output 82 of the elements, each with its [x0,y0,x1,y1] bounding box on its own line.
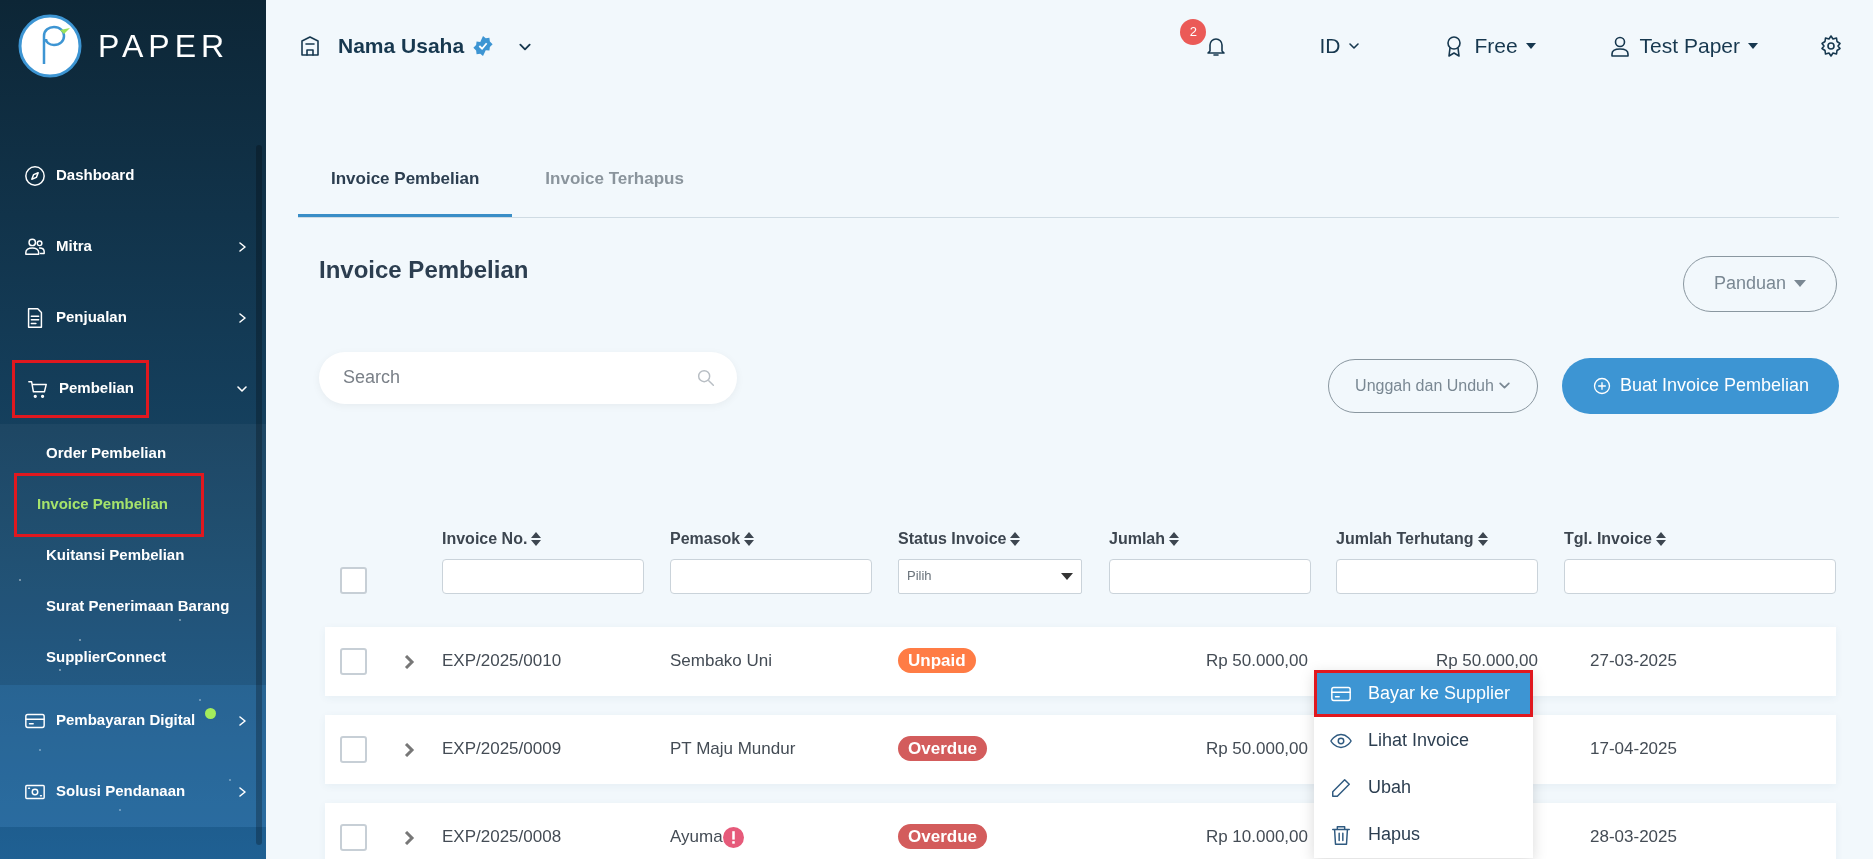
logo-icon [18,14,82,78]
plus-circle-icon [1591,375,1612,396]
pencil-icon [1330,776,1352,799]
table-cell-text: Sembako Uni [670,650,773,673]
caret-icon [1748,43,1758,49]
sidebar-item[interactable]: Penjualan [0,282,266,353]
status-badge: Overdue [898,736,987,762]
submenu-item[interactable]: SupplierConnect [46,646,166,669]
chevron-down-icon [1348,40,1361,52]
search-field[interactable]: Search [319,351,737,404]
chevron-icon [236,240,248,253]
sort-icon [1010,531,1021,546]
row-checkbox[interactable] [340,823,367,851]
column-header[interactable]: Status Invoice [898,526,1007,551]
menu-item[interactable]: Ubah [1314,764,1533,811]
row-checkbox[interactable] [340,647,367,675]
table-cell-text: EXP/2025/0010 [442,650,563,673]
table-cell-text: Ayuma [670,826,723,849]
filter-field[interactable] [1564,558,1836,594]
sort-icon [1656,531,1666,546]
plan-dropdown[interactable]: Free [1441,29,1537,63]
tab[interactable]: Invoice Pembelian [298,154,513,217]
filter-field[interactable] [670,558,872,594]
expand-icon[interactable] [403,654,415,669]
column-header[interactable]: Tgl. Invoice [1564,526,1652,551]
column-header[interactable]: Invoice No. [442,526,528,551]
submenu-item[interactable]: Order Pembelian [46,442,167,465]
caret-icon [1061,572,1073,580]
sidebar-item[interactable]: Pembayaran Digital [0,685,266,756]
filter-field[interactable] [1336,558,1538,594]
table-cell: Rp 10.000,00 [1205,827,1308,847]
sidebar-item[interactable]: Pembelian [0,353,266,424]
sort-icon [1169,531,1179,546]
status-filter[interactable]: Pilih [898,558,1082,594]
submenu-item[interactable]: Surat Penerimaan Barang [46,595,230,618]
trash-icon [1330,823,1352,846]
table-cell: Rp 50.000,00 [1435,651,1538,671]
status-badge: Unpaid [898,648,976,674]
filter-field[interactable] [1109,558,1311,594]
row-checkbox[interactable] [340,735,367,763]
menu-item[interactable]: Lihat Invoice [1314,717,1533,764]
column-header[interactable]: Pemasok [670,526,741,551]
select-all-checkbox[interactable] [340,566,367,594]
highlight-frame: Pembelian [12,359,150,418]
expand-icon[interactable] [403,742,415,757]
sidebar-item[interactable]: Solusi Pendanaan [0,756,266,827]
status-badge: Overdue [898,824,987,850]
table-cell: 17-04-2025 [1590,739,1677,759]
chevron-icon [236,714,248,727]
language-dropdown[interactable]: ID [1318,29,1362,63]
chevron-down-icon [1497,379,1511,392]
table-cell: Rp 50.000,00 [1205,739,1308,759]
table-cell: 27-03-2025 [1590,651,1677,671]
brand-name: PAPER [98,27,230,66]
table-cell-text: EXP/2025/0009 [442,738,563,761]
menu-item[interactable]: Hapus [1314,811,1533,858]
table-cell: 28-03-2025 [1590,827,1677,847]
sort-icon [1477,531,1488,546]
chevron-icon [236,785,248,798]
caret-icon [1525,43,1536,49]
building-icon [298,34,322,58]
filter-field[interactable] [442,558,644,594]
business-name[interactable]: Nama Usaha [338,30,465,62]
table-cell-text: EXP/2025/0008 [442,826,563,849]
compass-icon [24,164,46,187]
column-header[interactable]: Jumlah Terhutang [1336,526,1474,551]
sort-icon [531,531,542,546]
caret-icon [1794,280,1806,287]
sidebar-item[interactable]: Dashboard [0,140,266,211]
user-dropdown[interactable]: Test Paper [1606,29,1759,63]
sidebar-item[interactable]: Mitra [0,211,266,282]
chevron-icon [236,311,248,324]
expand-icon[interactable] [403,830,415,845]
table-cell-text: PT Maju Mundur [670,738,796,761]
submenu-item[interactable]: Kuitansi Pembelian [46,544,185,567]
page-title: Invoice Pembelian [319,255,529,285]
column-header[interactable]: Jumlah [1109,526,1165,551]
notification-badge: 2 [1180,18,1207,45]
sort-icon [744,531,755,546]
submenu-item[interactable]: Invoice Pembelian [14,472,204,537]
table-cell: Rp 50.000,00 [1205,651,1308,671]
settings-icon [1819,34,1843,59]
